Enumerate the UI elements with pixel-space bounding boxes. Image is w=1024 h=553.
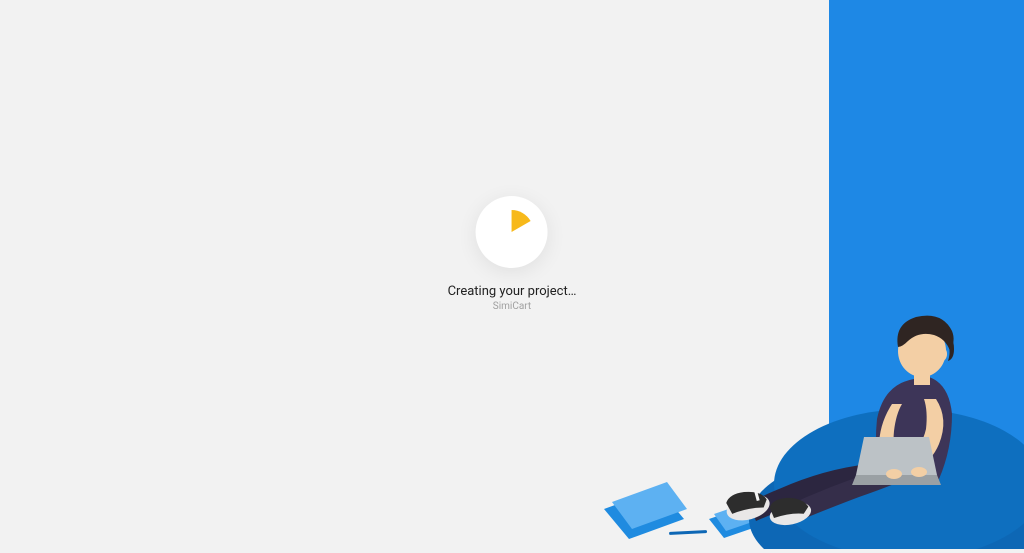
spinner-background [476, 196, 548, 268]
loading-subtitle: SimiCart [448, 301, 577, 312]
loading-title: Creating your project… [448, 284, 577, 299]
illustration-person-laptop [574, 269, 1024, 549]
spinner-icon [487, 207, 537, 257]
loading-card: Creating your project… SimiCart [448, 196, 577, 312]
